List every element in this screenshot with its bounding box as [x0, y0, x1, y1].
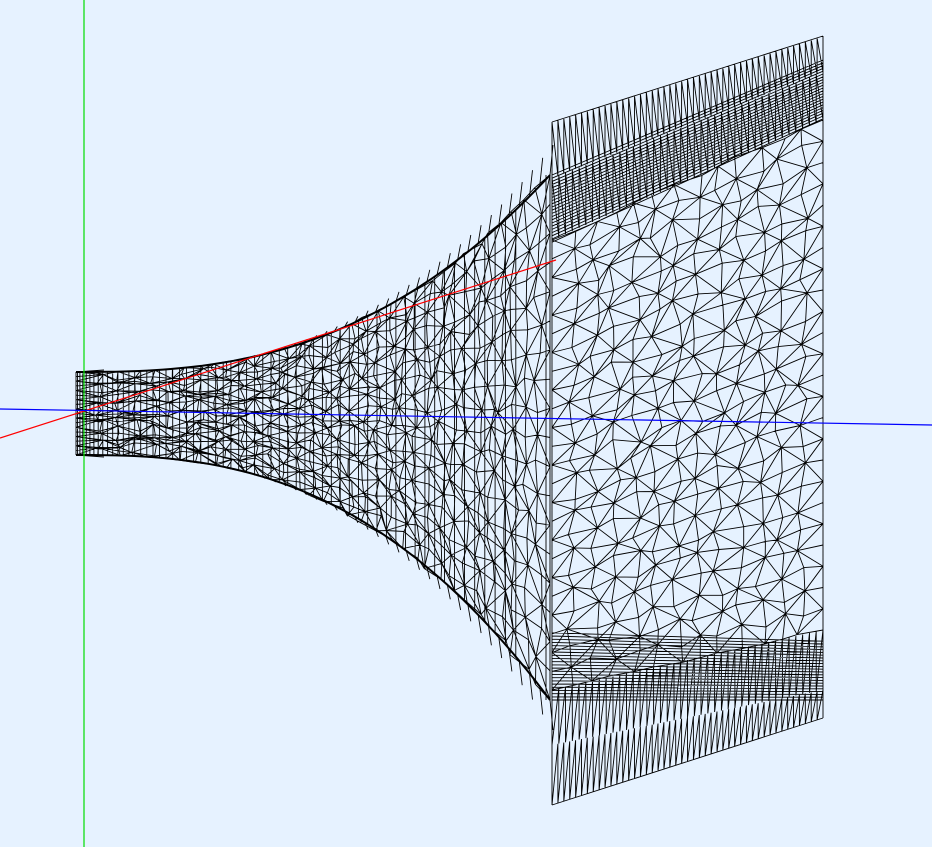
scene-canvas[interactable] [0, 0, 932, 847]
horn-mesh [75, 35, 824, 806]
3d-viewport[interactable] [0, 0, 932, 847]
mesh-wireframe [75, 35, 824, 806]
horn-top-profile [76, 174, 551, 373]
z-axis-line [0, 408, 932, 426]
